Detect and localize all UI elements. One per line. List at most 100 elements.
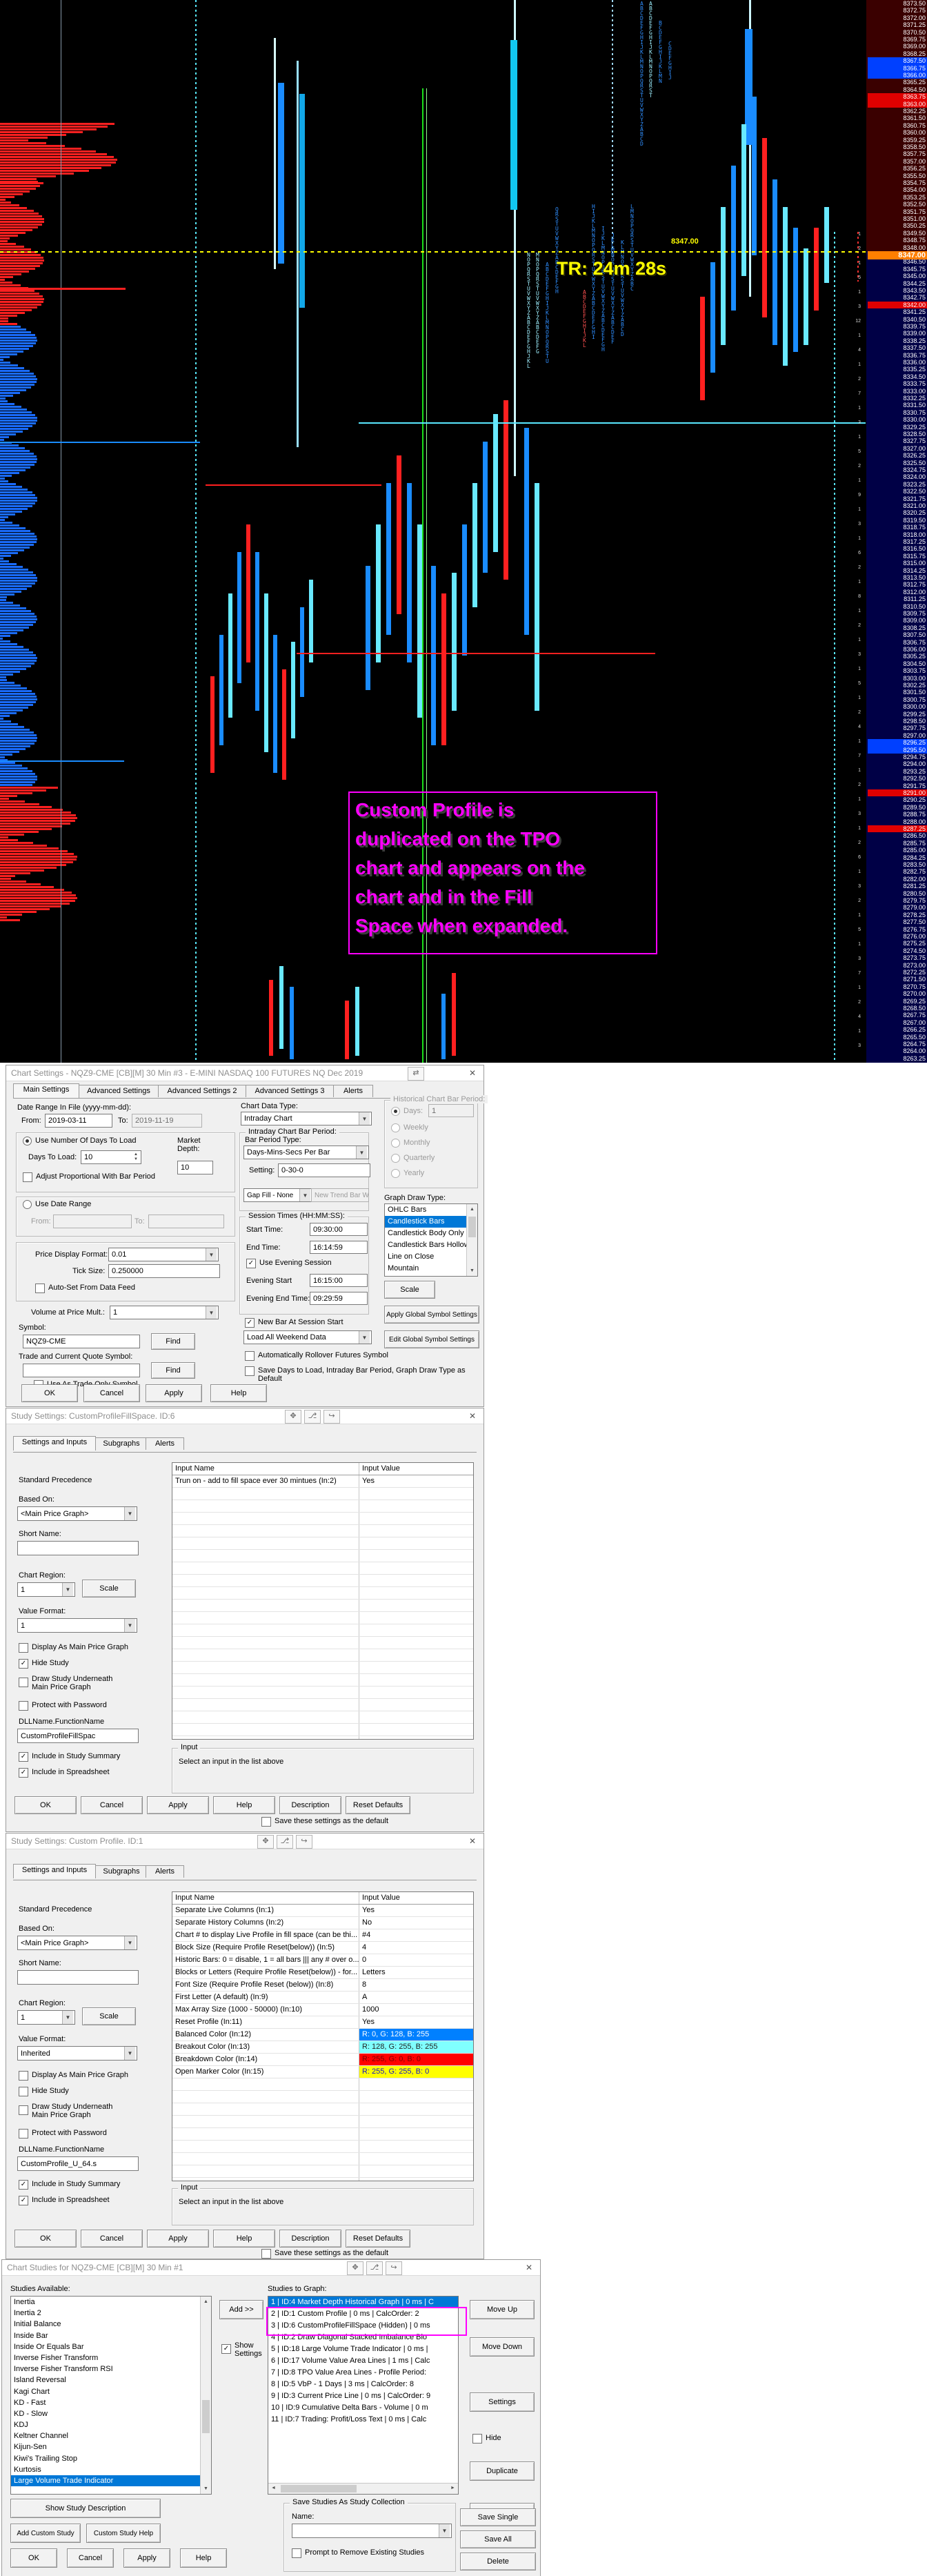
save-single-button[interactable]: Save Single bbox=[460, 2508, 536, 2526]
add-custom-study-button[interactable]: Add Custom Study bbox=[10, 2524, 81, 2543]
input-row[interactable] bbox=[172, 1649, 473, 1662]
chevron-down-icon[interactable]: ▼ bbox=[206, 1306, 217, 1319]
input-row[interactable] bbox=[172, 1525, 473, 1537]
close-icon[interactable]: ✕ bbox=[464, 1067, 481, 1079]
close-icon[interactable]: ✕ bbox=[464, 1835, 481, 1847]
end-time-field[interactable]: 16:14:59 bbox=[310, 1241, 368, 1254]
ok-button[interactable]: OK bbox=[21, 1384, 78, 1402]
move-down-button[interactable]: Move Down bbox=[470, 2337, 535, 2357]
cancel-button[interactable]: Cancel bbox=[83, 1384, 140, 1402]
chevron-down-icon[interactable]: ▼ bbox=[356, 1146, 367, 1159]
include-spreadsheet-checkbox[interactable]: ✓ Include in Spreadsheet bbox=[19, 2196, 110, 2205]
input-row[interactable] bbox=[172, 1500, 473, 1513]
move-icon[interactable]: ✥ bbox=[347, 2261, 363, 2275]
graph-draw-type-item[interactable]: Line on Close bbox=[385, 1251, 467, 1263]
graph-draw-type-item[interactable]: Candlestick Body Only bbox=[385, 1228, 467, 1239]
apply-global-button[interactable]: Apply Global Symbol Settings bbox=[384, 1306, 479, 1324]
graphed-study-item[interactable]: 6 | ID:17 Volume Value Area Lines | 1 ms… bbox=[268, 2355, 458, 2367]
input-row[interactable] bbox=[172, 1736, 473, 1739]
available-study-item[interactable]: KD - Slow bbox=[11, 2408, 201, 2419]
use-days-radio[interactable]: Use Number Of Days To Load bbox=[23, 1137, 137, 1146]
input-row[interactable] bbox=[172, 2103, 473, 2116]
graphed-study-item[interactable]: 8 | ID:5 VbP - 1 Days | 3 ms | CalcOrder… bbox=[268, 2379, 458, 2390]
input-row[interactable]: Balanced Color (In:12) R: 0, G: 128, B: 2… bbox=[172, 2029, 473, 2041]
save-defaults-checkbox[interactable]: Save Days to Load, Intraday Bar Period, … bbox=[245, 1366, 479, 1383]
dll-name-field[interactable]: CustomProfile_U_64.s bbox=[17, 2156, 139, 2171]
tab-subgraphs[interactable]: Subgraphs bbox=[94, 1437, 148, 1450]
input-row[interactable] bbox=[172, 1699, 473, 1711]
chevron-down-icon[interactable]: ▼ bbox=[299, 1189, 310, 1201]
input-row[interactable] bbox=[172, 2165, 473, 2178]
chevron-down-icon[interactable]: ▼ bbox=[439, 2524, 450, 2537]
chevron-down-icon[interactable]: ▼ bbox=[124, 1507, 135, 1520]
gap-fill-select[interactable]: Gap Fill - None ▼ bbox=[243, 1188, 312, 1202]
graph-draw-type-list[interactable]: ▲ ▼ OHLC Bars Candlestick Bars Candlestick … bbox=[384, 1203, 478, 1277]
auto-rollover-checkbox[interactable]: Automatically Rollover Futures Symbol bbox=[245, 1351, 388, 1361]
available-study-item[interactable]: Keltner Channel bbox=[11, 2430, 201, 2441]
available-study-item[interactable]: Inside Bar bbox=[11, 2330, 201, 2341]
input-row[interactable]: Open Marker Color (In:15) R: 255, G: 255,… bbox=[172, 2066, 473, 2078]
range-to-field[interactable] bbox=[148, 1215, 224, 1228]
chevron-down-icon[interactable]: ▼ bbox=[359, 1112, 370, 1125]
dock-icon[interactable]: ⇄ bbox=[408, 1067, 424, 1081]
input-row[interactable]: Separate History Columns (In:2) No bbox=[172, 1917, 473, 1929]
available-study-item[interactable]: Large Volume Trade Indicator bbox=[11, 2475, 201, 2487]
tab-subgraphs[interactable]: Subgraphs bbox=[94, 1865, 148, 1878]
reset-defaults-button[interactable]: Reset Defaults bbox=[346, 2230, 410, 2248]
input-row[interactable]: Font Size (Require Profile Reset (below)… bbox=[172, 1979, 473, 1992]
ok-button[interactable]: OK bbox=[10, 2548, 57, 2568]
input-row[interactable] bbox=[172, 1587, 473, 1600]
chart-data-type-select[interactable]: Intraday Chart ▼ bbox=[241, 1112, 372, 1125]
input-row[interactable]: Chart # to display Live Profile in fill … bbox=[172, 1929, 473, 1942]
send-to-icon[interactable]: ↪ bbox=[296, 1835, 312, 1849]
move-icon[interactable]: ✥ bbox=[285, 1410, 301, 1424]
evening-end-field[interactable]: 09:29:59 bbox=[310, 1292, 368, 1305]
chevron-down-icon[interactable]: ▼ bbox=[206, 1248, 217, 1261]
ok-button[interactable]: OK bbox=[14, 1796, 77, 1814]
adjust-icon[interactable]: ⎇ bbox=[366, 2261, 383, 2275]
input-row[interactable]: Historic Bars: 0 = disable, 1 = all bars… bbox=[172, 1954, 473, 1967]
chevron-down-icon[interactable]: ▼ bbox=[359, 1331, 370, 1344]
available-study-item[interactable]: Inertia 2 bbox=[11, 2308, 201, 2319]
tab-advanced-settings-2[interactable]: Advanced Settings 2 bbox=[158, 1085, 246, 1097]
help-button[interactable]: Help bbox=[180, 2548, 227, 2568]
column-input-value[interactable]: Input Value bbox=[359, 1463, 473, 1475]
hist-weekly-radio[interactable]: Weekly bbox=[391, 1123, 428, 1132]
input-row[interactable] bbox=[172, 2128, 473, 2141]
input-row[interactable] bbox=[172, 2153, 473, 2165]
input-row[interactable]: Max Array Size (1000 - 50000) (In:10) 100… bbox=[172, 2004, 473, 2016]
scale-button[interactable]: Scale bbox=[82, 1580, 136, 1597]
scale-button[interactable]: Scale bbox=[384, 1281, 435, 1299]
apply-button[interactable]: Apply bbox=[123, 2548, 170, 2568]
graphed-study-item[interactable]: 5 | ID:18 Large Volume Trade Indicator |… bbox=[268, 2343, 458, 2355]
use-date-range-radio[interactable]: Use Date Range bbox=[23, 1200, 91, 1209]
adjust-proportional-checkbox[interactable]: Adjust Proportional With Bar Period bbox=[23, 1172, 155, 1182]
input-row[interactable]: Breakout Color (In:13) R: 128, G: 255, B:… bbox=[172, 2041, 473, 2054]
move-icon[interactable]: ✥ bbox=[257, 1835, 274, 1849]
auto-set-checkbox[interactable]: Auto-Set From Data Feed bbox=[35, 1284, 135, 1293]
help-button[interactable]: Help bbox=[213, 2230, 275, 2248]
input-row[interactable] bbox=[172, 1724, 473, 1736]
description-button[interactable]: Description bbox=[279, 2230, 341, 2248]
bar-period-type-select[interactable]: Days-Mins-Secs Per Bar ▼ bbox=[243, 1146, 369, 1159]
value-format-select[interactable]: Inherited ▼ bbox=[17, 2046, 137, 2061]
adjust-icon[interactable]: ⎇ bbox=[277, 1835, 293, 1849]
input-row[interactable] bbox=[172, 2141, 473, 2153]
draw-underneath-checkbox[interactable]: Draw Study Underneath Main Price Graph bbox=[19, 1675, 112, 1691]
column-input-name[interactable]: Input Name bbox=[172, 1892, 359, 1904]
hist-days-field[interactable]: 1 bbox=[428, 1104, 474, 1117]
graph-draw-type-item[interactable]: Candlestick Bars bbox=[385, 1216, 467, 1228]
graphed-study-item[interactable]: 9 | ID:3 Current Price Line | 0 ms | Cal… bbox=[268, 2390, 458, 2402]
move-up-button[interactable]: Move Up bbox=[470, 2300, 535, 2319]
use-evening-checkbox[interactable]: ✓ Use Evening Session bbox=[246, 1259, 332, 1268]
input-row[interactable] bbox=[172, 1537, 473, 1550]
available-study-item[interactable]: KDJ bbox=[11, 2419, 201, 2430]
collection-name-select[interactable]: ▼ bbox=[292, 2524, 452, 2538]
days-to-load-stepper[interactable]: 10 ▲ ▼ bbox=[81, 1150, 141, 1164]
cancel-button[interactable]: Cancel bbox=[81, 2230, 143, 2248]
hist-monthly-radio[interactable]: Monthly bbox=[391, 1139, 430, 1148]
inputs-table[interactable]: Input Name Input Value Trun on - add to fi… bbox=[172, 1462, 474, 1740]
dialog-titlebar[interactable]: Study Settings: Custom Profile. ID:1 ✥ ⎇… bbox=[6, 1833, 484, 1849]
graph-draw-type-item[interactable]: OHLC Bars bbox=[385, 1204, 467, 1216]
available-study-item[interactable]: Kiwi's Trailing Stop bbox=[11, 2453, 201, 2464]
